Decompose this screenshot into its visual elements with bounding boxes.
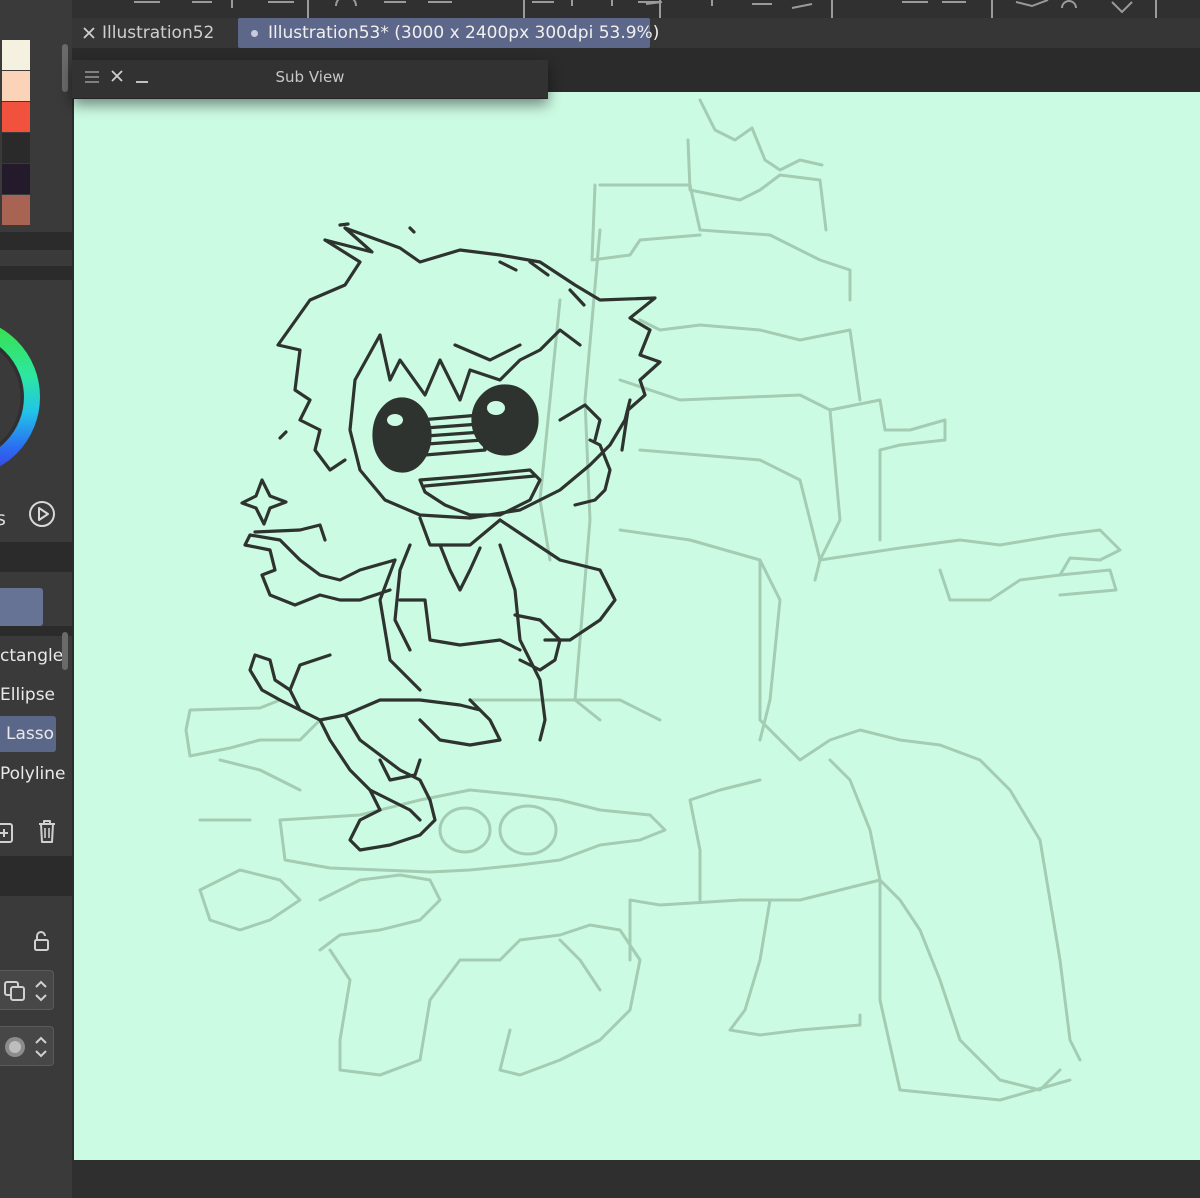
document-tab-bar: Illustration52 Illustration53* (3000 x 2…	[72, 18, 1200, 48]
toolbar-icons[interactable]	[72, 0, 1200, 18]
color-wheel[interactable]	[0, 312, 42, 482]
stepper-arrows-icon[interactable]	[34, 977, 48, 1005]
color-swatch[interactable]	[2, 164, 30, 194]
sub-view-panel[interactable]: Sub View	[72, 60, 548, 99]
panel-separator	[0, 232, 72, 250]
sub-tool-group-header[interactable]	[0, 588, 43, 626]
panel-separator	[0, 856, 72, 896]
color-swatch[interactable]	[2, 195, 30, 225]
tab-label: Illustration52	[102, 23, 215, 43]
left-panel: s ctangle Ellipse Lasso Polyline	[0, 0, 72, 1198]
sub-tool-item[interactable]: Ellipse	[0, 677, 56, 713]
add-subtool-icon[interactable]	[0, 820, 16, 846]
blend-mode-stepper[interactable]	[0, 970, 54, 1010]
play-icon[interactable]	[28, 500, 56, 528]
panel-separator	[0, 266, 72, 280]
color-swatch[interactable]	[2, 71, 30, 101]
color-swatch[interactable]	[2, 40, 30, 70]
unsaved-dot-icon	[251, 30, 258, 37]
close-icon[interactable]	[82, 26, 96, 40]
sub-tool-item[interactable]: ctangle	[0, 638, 63, 674]
panel-separator	[0, 542, 72, 572]
unlock-icon[interactable]	[30, 930, 52, 952]
stepper-arrows-icon[interactable]	[34, 1033, 48, 1061]
tab-label: Illustration53* (3000 x 2400px 300dpi 53…	[268, 23, 660, 43]
brush-dot-icon	[5, 1037, 25, 1057]
sketch-artwork	[184, 98, 1122, 1102]
tab-illustration53[interactable]: Illustration53* (3000 x 2400px 300dpi 53…	[238, 18, 659, 48]
sub-view-title: Sub View	[275, 68, 345, 86]
rough-sketch-layer	[184, 98, 1122, 1102]
sub-tool-item[interactable]: Lasso	[0, 716, 56, 752]
color-wheel-label: s	[0, 508, 6, 530]
opacity-stepper[interactable]	[0, 1026, 54, 1066]
tab-illustration52[interactable]: Illustration52	[72, 18, 236, 48]
tool-list-scrollbar[interactable]	[62, 632, 68, 670]
drawing-canvas[interactable]	[74, 92, 1200, 1160]
line-art-layer	[240, 222, 662, 852]
layer-overlap-icon	[4, 981, 25, 1001]
color-swatch[interactable]	[2, 133, 30, 163]
color-palette	[0, 40, 60, 225]
status-bar	[72, 1160, 1200, 1198]
color-swatch[interactable]	[2, 102, 30, 132]
trash-icon[interactable]	[36, 819, 58, 845]
sub-tool-item[interactable]: Polyline	[0, 756, 66, 792]
palette-scrollbar[interactable]	[62, 44, 68, 92]
main-toolbar	[72, 0, 1200, 18]
